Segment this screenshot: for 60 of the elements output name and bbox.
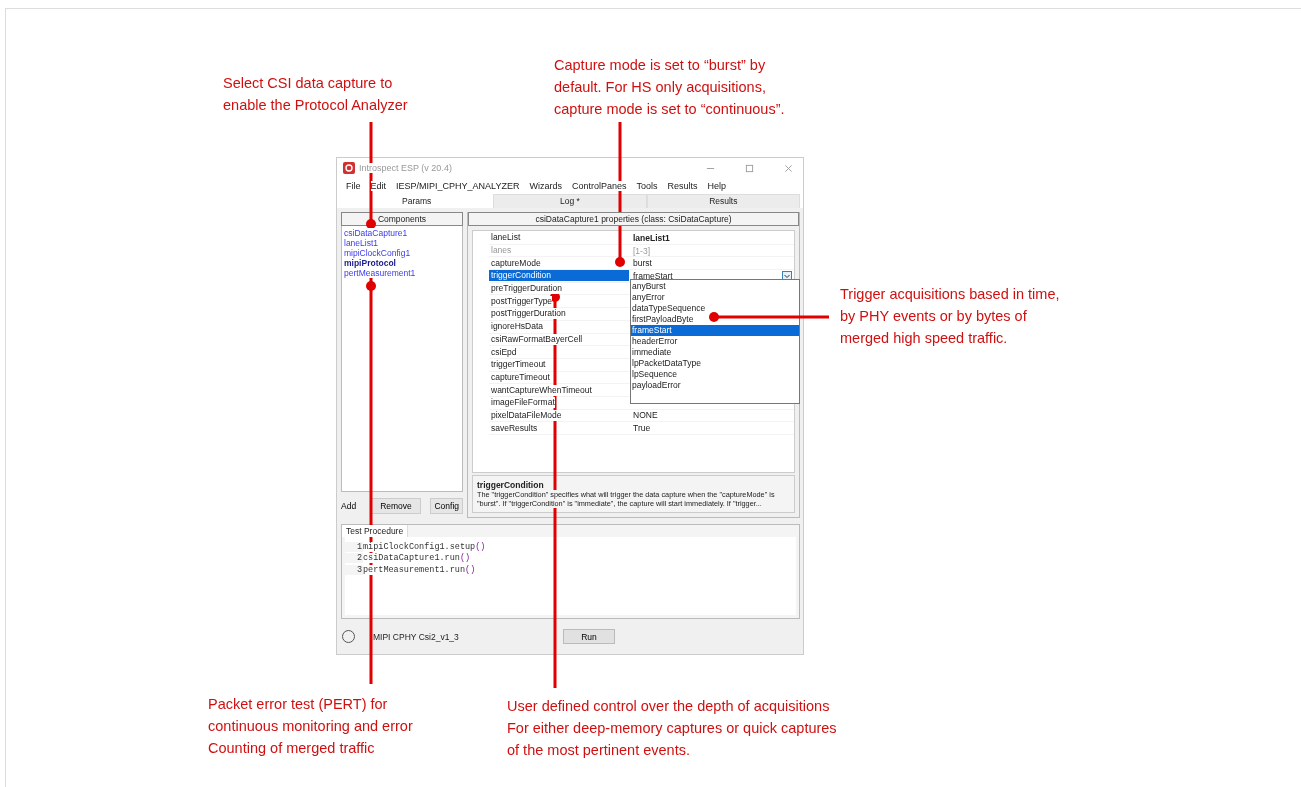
line-number: 3 [345, 564, 363, 575]
run-button[interactable]: Run [563, 629, 615, 644]
property-value: laneList1 [632, 232, 670, 243]
menu-item[interactable]: Help [707, 181, 726, 191]
dropdown-option[interactable]: lpPacketDataType [631, 358, 799, 369]
menu-item[interactable]: Edit [370, 181, 387, 191]
menu-item[interactable]: File [346, 181, 361, 191]
dropdown-option[interactable]: lpSequence [631, 369, 799, 380]
line-number: 2 [345, 553, 363, 564]
tab[interactable]: Test Procedure [342, 525, 409, 537]
annotation-text: Capture mode is set to “burst” by default. For HS only acquisitions, capture mode is set to “continuous”. [554, 56, 785, 119]
close-icon[interactable] [784, 163, 793, 173]
panel-button[interactable]: Add [341, 498, 365, 514]
description-title: triggerCondition [477, 480, 545, 490]
property-name[interactable]: wantCaptureWhenTimeout [489, 384, 592, 396]
app-icon [343, 162, 355, 174]
property-name[interactable]: csiEpd [489, 346, 517, 358]
property-value: NONE [632, 410, 658, 421]
property-name[interactable]: captureTimeout [489, 371, 550, 383]
property-name[interactable]: captureMode [489, 257, 541, 269]
property-name[interactable]: preTriggerDuration [489, 283, 563, 295]
property-name[interactable]: postTriggerDuration [489, 308, 566, 320]
window-title: Introspect ESP (v 20.4) [359, 163, 452, 173]
menu-item[interactable]: Wizards [529, 181, 562, 191]
dropdown-option[interactable]: headerError [631, 336, 799, 347]
property-name[interactable]: saveResults [489, 422, 538, 434]
panel-header: Components [341, 212, 463, 226]
property-name[interactable]: pixelDataFileMode [489, 409, 562, 421]
annotation-text: Trigger acquisitions based in time, by PHY events or by bytes of merged high speed traffic. [840, 285, 1060, 348]
property-name[interactable]: postTriggerType [489, 295, 553, 307]
dropdown-option[interactable]: dataTypeSequence [631, 303, 799, 314]
panel-header: csiDataCapture1 properties (class: CsiDataCapture) [468, 212, 799, 226]
panel-button[interactable]: Remove [371, 498, 421, 514]
dropdown-option[interactable]: payloadError [631, 380, 799, 391]
menu-item[interactable]: Results [667, 181, 698, 191]
property-value: [1-3] [632, 245, 650, 256]
property-name[interactable]: csiRawFormatBayerCell [489, 333, 583, 345]
menu-item[interactable]: IESP/MIPI_CPHY_ANALYZER [396, 181, 520, 191]
maximize-icon[interactable] [745, 163, 754, 173]
tab[interactable]: Results [646, 194, 800, 208]
dropdown-option[interactable]: immediate [631, 347, 799, 358]
line-number: 1 [345, 541, 363, 552]
dropdown-option[interactable]: firstPayloadByte [631, 314, 799, 325]
dropdown-option[interactable]: frameStart [631, 325, 799, 336]
status-label: MIPI CPHY Csi2_v1_3 [373, 631, 459, 642]
tab[interactable]: Log * [493, 194, 647, 208]
menu-item[interactable]: ControlPanes [571, 181, 627, 191]
property-value: burst [632, 258, 652, 269]
property-name[interactable]: triggerTimeout [489, 359, 546, 371]
property-name[interactable]: triggerCondition [489, 270, 551, 282]
property-name[interactable]: ignoreHsData [489, 321, 543, 333]
menu-item[interactable]: Tools [636, 181, 658, 191]
annotation-text: Select CSI data capture to enable the Protocol Analyzer [223, 74, 408, 115]
annotation-text: Packet error test (PERT) for continuous monitoring and error Counting of merged traffic [208, 695, 413, 758]
annotation-text: User defined control over the depth of acquisitions For either deep-memory captures or quick captures of the most pertinent events. [507, 697, 837, 760]
panel-button[interactable]: Config [430, 498, 463, 514]
property-value: True [632, 423, 651, 434]
dropdown-option[interactable]: anyError [631, 292, 799, 303]
property-name[interactable]: imageFileFormat [489, 397, 555, 409]
dropdown-option[interactable]: anyBurst [631, 281, 799, 292]
